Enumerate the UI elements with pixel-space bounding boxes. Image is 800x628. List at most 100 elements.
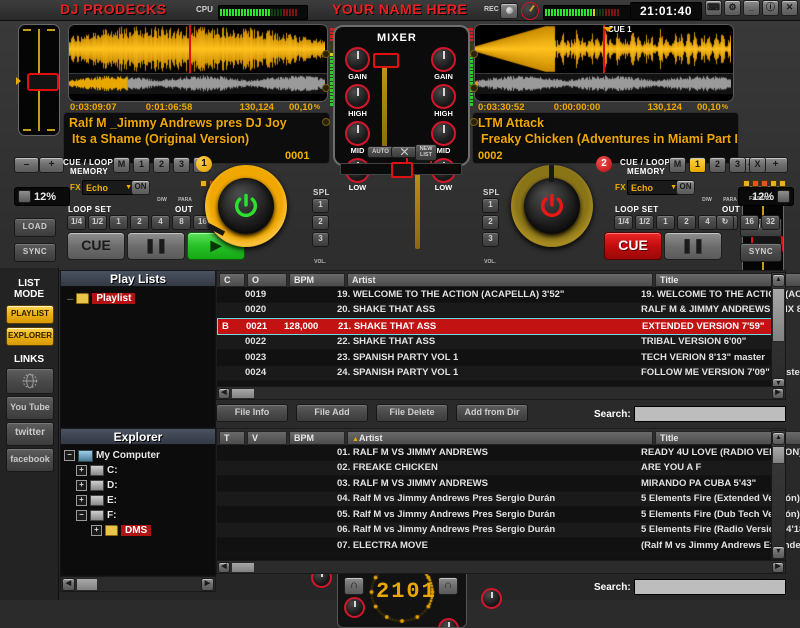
pitch-minus-deck1[interactable]: – [14, 157, 39, 173]
eq-knob-high[interactable] [345, 84, 370, 109]
pfl-button-deck2[interactable]: ∩ [438, 577, 458, 595]
scroll-right-button[interactable]: ▶ [201, 577, 214, 591]
keyboard-button[interactable]: ⌨ [705, 0, 722, 16]
eq-knob-mid[interactable] [431, 121, 456, 146]
minimize-button[interactable]: _ [743, 0, 760, 16]
file-button-file-add[interactable]: File Add [296, 404, 368, 422]
column-header-c[interactable]: C [219, 273, 245, 287]
pfl-button-deck1[interactable]: ∩ [344, 577, 364, 595]
volume-knob-deck2[interactable] [481, 588, 502, 609]
playlist-mode-button[interactable]: PLAYLIST [6, 305, 54, 324]
file-button-file-info[interactable]: File Info [216, 404, 288, 422]
column-header-bpm[interactable]: BPM [289, 273, 345, 287]
column-header-v[interactable]: V [247, 431, 287, 445]
sync-button-deck1[interactable]: SYNC [14, 243, 56, 262]
close-button[interactable]: ✕ [781, 0, 798, 16]
expand-toggle-icon[interactable]: + [76, 495, 87, 506]
scroll-thumb[interactable] [772, 446, 785, 464]
table-row[interactable]: 0022 22. SHAKE THAT ASS TRIBAL VERSION 6'0… [217, 334, 785, 350]
scroll-right-button[interactable]: ▶ [772, 561, 784, 573]
drive-item-D[interactable]: + D: [61, 478, 215, 493]
youtube-link-icon[interactable]: You Tube [6, 396, 54, 420]
column-header-t[interactable]: T [219, 431, 245, 445]
channel-fader-handle-deck1[interactable] [373, 53, 399, 68]
loop-button-1[interactable]: 1 [656, 215, 675, 230]
column-header-bpm[interactable]: BPM [289, 431, 345, 445]
playlists-tree[interactable]: ─ Playlist [60, 286, 216, 428]
expand-toggle-icon[interactable]: + [76, 465, 87, 476]
loop-button-1-2[interactable]: 1/2 [635, 215, 654, 230]
spl-button-1[interactable]: 1 [312, 198, 329, 213]
search-input-top[interactable] [634, 406, 786, 422]
memory-button-2[interactable]: 2 [709, 157, 726, 173]
cue-button-deck1[interactable]: CUE [67, 232, 125, 260]
memory-button-1[interactable]: 1 [133, 157, 150, 173]
crossfade-button[interactable]: ⨉ [391, 146, 418, 158]
loop-button-2[interactable]: 2 [677, 215, 696, 230]
auto-mix-button[interactable]: AUTO [367, 146, 394, 158]
loop-button-8[interactable]: 8 [172, 215, 191, 230]
memory-button-m[interactable]: M [669, 157, 686, 173]
fx-on-button-deck1[interactable]: ON [131, 180, 150, 195]
table-row[interactable]: 06. Ralf M vs Jimmy Andrews Pres Sergio … [217, 522, 800, 538]
eq-knob-high[interactable] [431, 84, 456, 109]
eq-knob-gain[interactable] [345, 47, 370, 72]
scroll-thumb[interactable] [76, 577, 98, 591]
table-row[interactable]: 0024 24. SPANISH PARTY VOL 1 FOLLOW ME VER… [217, 365, 800, 381]
settings-button[interactable]: ⚙ [724, 0, 741, 16]
column-header-artist[interactable]: ▲Artist [347, 431, 653, 445]
expand-toggle-icon[interactable]: + [76, 480, 87, 491]
pause-button-deck2[interactable]: ❚❚ [664, 232, 722, 260]
loop-button-16[interactable]: 16 [740, 215, 759, 230]
table-row[interactable]: 04. Ralf M vs Jimmy Andrews Pres Sergio … [217, 491, 800, 507]
playlist-tree-item[interactable]: ─ Playlist [61, 291, 215, 306]
drive-item-F[interactable]: − F: [61, 508, 215, 523]
loop-button-4[interactable]: 4 [151, 215, 170, 230]
waveform-main-deck2[interactable]: CUE 1 [475, 25, 733, 73]
facebook-link-icon[interactable]: facebook [6, 448, 54, 472]
loop-button-1-4[interactable]: 1/4 [67, 215, 86, 230]
browser-hscrollbar[interactable]: ◀ ▶ [216, 560, 786, 574]
playlist-hscrollbar[interactable]: ◀ ▶ [216, 386, 786, 400]
table-row[interactable]: 0020 20. SHAKE THAT ASS RALF M & JIMMY AND… [217, 302, 800, 318]
playlist-table-body[interactable]: 0019 19. WELCOME TO THE ACTION (ACAPELLA)… [217, 287, 800, 381]
memory-button-3[interactable]: 3 [729, 157, 746, 173]
loop-button-1-4[interactable]: 1/4 [614, 215, 633, 230]
eq-knob-mid[interactable] [345, 121, 370, 146]
scroll-thumb[interactable] [772, 288, 785, 342]
scroll-left-button[interactable]: ◀ [218, 561, 230, 573]
expand-toggle-icon[interactable]: + [91, 525, 102, 536]
scroll-right-button[interactable]: ▶ [772, 387, 784, 399]
playlist-table[interactable]: COBPMArtistTitleTime 0019 19. WELCOME TO … [216, 270, 800, 390]
memory-button-3[interactable]: 3 [173, 157, 190, 173]
scroll-thumb[interactable] [231, 561, 255, 573]
waveform-deck1[interactable] [68, 24, 328, 102]
pitch-fader-deck1[interactable] [16, 24, 60, 136]
scroll-up-button[interactable]: ▲ [772, 274, 785, 287]
eq-knob-gain[interactable] [431, 47, 456, 72]
fx-select-deck1[interactable]: Echo ▼ [82, 180, 136, 195]
playlist-vscrollbar[interactable]: ▲ ▼ [771, 272, 786, 391]
table-row[interactable]: 0019 19. WELCOME TO THE ACTION (ACAPELLA)… [217, 287, 800, 303]
globe-link-icon[interactable] [6, 368, 54, 394]
file-button-file-delete[interactable]: File Delete [376, 404, 448, 422]
browser-table-body[interactable]: 01. RALF M VS JIMMY ANDREWS READY 4U LOVE… [217, 445, 800, 554]
cue-button-deck2[interactable]: CUE [604, 232, 662, 260]
scroll-thumb[interactable] [231, 387, 255, 399]
spl-button-3[interactable]: 3 [482, 232, 499, 247]
record-level-knob[interactable] [521, 2, 539, 20]
scroll-left-button[interactable]: ◀ [62, 577, 75, 591]
table-row[interactable]: 03. RALF M VS JIMMY ANDREWS MIRANDO PA CU… [217, 476, 785, 492]
browser-table[interactable]: TVBPM▲ArtistTitleTime 01. RALF M VS JIMM… [216, 428, 800, 562]
pfl-knob-deck1[interactable] [344, 597, 365, 618]
loop-button-4[interactable]: 4 [698, 215, 717, 230]
browser-vscrollbar[interactable]: ▲ ▼ [771, 430, 786, 560]
jog-wheel-deck2[interactable] [511, 165, 593, 247]
record-button[interactable] [500, 3, 518, 19]
memory-button-2[interactable]: 2 [153, 157, 170, 173]
folder-item-dms[interactable]: + DMS [61, 523, 215, 538]
info-button[interactable]: ⓘ [762, 0, 779, 16]
memory-button-m[interactable]: M [113, 157, 130, 173]
loop-button-32[interactable]: 32 [761, 215, 780, 230]
explorer-root[interactable]: − My Computer [61, 448, 215, 463]
